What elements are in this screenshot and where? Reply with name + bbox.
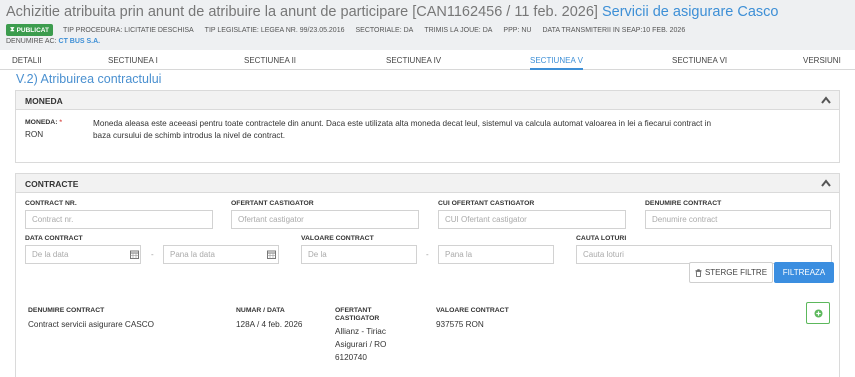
title-link[interactable]: Servicii de asigurare Casco <box>602 4 779 20</box>
moneda-panel-header[interactable]: MONEDA <box>16 91 839 110</box>
clear-filters-label: STERGE FILTRE <box>704 268 768 277</box>
range-separator: - <box>151 250 154 259</box>
contract-nr-label: CONTRACT NR. <box>25 200 77 207</box>
clear-filters-button[interactable]: STERGE FILTRE <box>689 262 773 283</box>
moneda-value: RON <box>25 130 44 139</box>
meta-trimis-joue: TRIMIS LA JOUE: DA <box>424 26 493 34</box>
cui-input[interactable] <box>438 210 626 229</box>
contracte-panel-header[interactable]: CONTRACTE <box>16 174 839 193</box>
moneda-panel-title: MONEDA <box>25 96 63 106</box>
tab-versiuni[interactable]: VERSIUNI <box>803 56 841 65</box>
denumire-ac-label: DENUMIRE AC: <box>6 38 57 45</box>
moneda-label: MONEDA: * <box>25 119 62 126</box>
contract-nr-input[interactable] <box>25 210 213 229</box>
tab-sectiunea-iv[interactable]: SECTIUNEA IV <box>386 56 441 65</box>
section-title: V.2) Atribuirea contractului <box>16 72 162 86</box>
cui-label: CUI OFERTANT CASTIGATOR <box>438 200 535 207</box>
tab-detalii[interactable]: DETALII <box>12 56 42 65</box>
tab-sectiunea-vi[interactable]: SECTIUNEA VI <box>672 56 727 65</box>
row-numar: 128A / 4 feb. 2026 <box>236 320 303 329</box>
expand-row-button[interactable] <box>806 302 830 324</box>
data-to-input[interactable] <box>163 245 279 264</box>
col-valoare-header: VALOARE CONTRACT <box>436 307 509 314</box>
meta-data-transmiterii: DATA TRANSMITERII IN SEAP:10 FEB. 2026 <box>542 26 686 34</box>
ofertant-input[interactable] <box>231 210 419 229</box>
chevron-up-icon[interactable] <box>821 96 831 104</box>
ofertant-label: OFERTANT CASTIGATOR <box>231 200 314 207</box>
moneda-note: Moneda aleasa este aceeasi pentru toate … <box>93 119 712 140</box>
header-meta: ⧗ PUBLICAT TIP PROCEDURA: LICITATIE DESC… <box>6 24 696 36</box>
col-denumire-header: DENUMIRE CONTRACT <box>28 307 105 314</box>
valoare-label: VALOARE CONTRACT <box>301 235 374 242</box>
meta-tip-legislatie: TIP LEGISLATIE: LEGEA NR. 99/23.05.2016 <box>204 26 345 34</box>
meta-tip-procedura: TIP PROCEDURA: LICITATIE DESCHISA <box>62 26 194 34</box>
filter-button[interactable]: FILTREAZA <box>774 262 834 283</box>
calendar-icon[interactable] <box>126 245 142 264</box>
tab-sectiunea-v[interactable]: SECTIUNEA V <box>530 56 583 70</box>
data-contract-label: DATA CONTRACT <box>25 235 83 242</box>
chevron-up-icon[interactable] <box>821 179 831 187</box>
col-ofertant-header-l1: OFERTANT <box>335 307 372 314</box>
col-ofertant-header-l2: CASTIGATOR <box>335 315 380 322</box>
loturi-label: CAUTA LOTURI <box>576 235 627 242</box>
denumire-label: DENUMIRE CONTRACT <box>645 200 722 207</box>
denumire-input[interactable] <box>645 210 831 229</box>
meta-ppp: PPP: NU <box>503 26 532 34</box>
calendar-icon[interactable] <box>263 245 279 264</box>
valoare-to-input[interactable] <box>438 245 554 264</box>
page-title: Achizitie atribuita prin anunt de atribu… <box>6 4 778 20</box>
range-separator: - <box>426 250 429 259</box>
denumire-ac: DENUMIRE AC: CT BUS S.A. <box>6 38 100 45</box>
contracte-panel-title: CONTRACTE <box>25 179 79 189</box>
contracte-panel: CONTRACTE CONTRACT NR. OFERTANT CASTIGAT… <box>15 173 840 377</box>
row-ofertant-l2: Asigurari / RO <box>335 340 387 349</box>
title-main: Achizitie atribuita prin anunt de atribu… <box>6 4 598 20</box>
status-badge-label: PUBLICAT <box>16 26 49 34</box>
denumire-ac-link[interactable]: CT BUS S.A. <box>59 38 101 45</box>
row-ofertant-l1: Allianz - Tiriac <box>335 327 386 336</box>
tab-sectiunea-ii[interactable]: SECTIUNEA II <box>244 56 296 65</box>
trash-icon <box>695 268 702 277</box>
row-ofertant-l3: 6120740 <box>335 353 367 362</box>
status-badge: ⧗ PUBLICAT <box>6 24 53 36</box>
required-mark: * <box>59 119 63 126</box>
tab-sectiunea-i[interactable]: SECTIUNEA I <box>108 56 158 65</box>
col-numar-header: NUMAR / DATA <box>236 307 285 314</box>
row-denumire: Contract servicii asigurare CASCO <box>28 320 155 329</box>
row-valoare: 937575 RON <box>436 320 484 329</box>
valoare-from-input[interactable] <box>301 245 417 264</box>
data-from-input[interactable] <box>25 245 141 264</box>
hourglass-icon: ⧗ <box>10 26 15 33</box>
meta-sectoriale: SECTORIALE: DA <box>355 26 414 34</box>
plus-circle-icon <box>814 309 822 317</box>
page-header: Achizitie atribuita prin anunt de atribu… <box>0 0 855 50</box>
moneda-label-text: MONEDA: <box>25 119 58 126</box>
section-tabs: DETALII SECTIUNEA I SECTIUNEA II SECTIUN… <box>0 50 855 70</box>
moneda-panel: MONEDA MONEDA: * RON Moneda aleasa este … <box>15 90 840 163</box>
